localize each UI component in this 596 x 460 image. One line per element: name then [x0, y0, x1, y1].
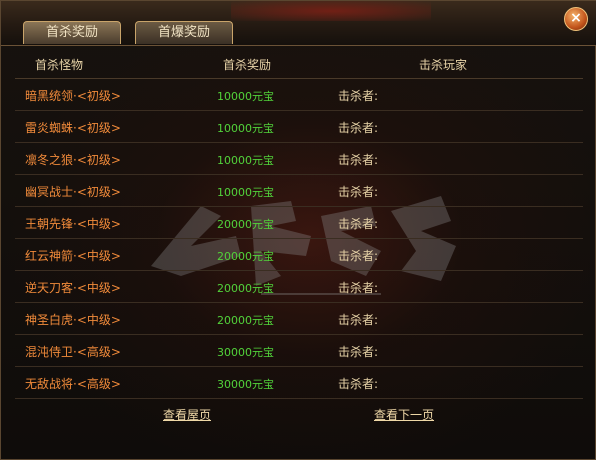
- killer-label: 击杀者:: [338, 345, 379, 359]
- table-row: 无敌战将·<高级> 30000元宝 击杀者:: [15, 367, 583, 399]
- first-kill-panel: 首杀奖励 首爆奖励 × 首杀怪物 首杀奖励 击杀玩家 暗黑统领·<初级> 100…: [0, 0, 596, 460]
- table-row: 红云神箭·<中级> 20000元宝 击杀者:: [15, 239, 583, 271]
- table-row: 幽冥战士·<初级> 10000元宝 击杀者:: [15, 175, 583, 207]
- reward-amount: 20000元宝: [217, 250, 274, 263]
- killer-label: 击杀者:: [338, 121, 379, 135]
- monster-name: 暗黑统领·<初级>: [25, 89, 121, 103]
- monster-name: 雷炎蜘蛛·<初级>: [25, 121, 121, 135]
- killer-label: 击杀者:: [338, 217, 379, 231]
- tab-first-drop-reward[interactable]: 首爆奖励: [135, 21, 233, 44]
- monster-name: 幽冥战士·<初级>: [25, 185, 121, 199]
- killer-label: 击杀者:: [338, 377, 379, 391]
- next-page-link[interactable]: 查看下一页: [374, 406, 434, 423]
- monster-name: 混沌侍卫·<高级>: [25, 345, 121, 359]
- reward-amount: 30000元宝: [217, 378, 274, 391]
- table-row: 王朝先锋·<中级> 20000元宝 击杀者:: [15, 207, 583, 239]
- killer-label: 击杀者:: [338, 89, 379, 103]
- table-row: 雷炎蜘蛛·<初级> 10000元宝 击杀者:: [15, 111, 583, 143]
- close-icon: ×: [570, 10, 582, 26]
- reward-amount: 10000元宝: [217, 122, 274, 135]
- killer-label: 击杀者:: [338, 153, 379, 167]
- reward-amount: 30000元宝: [217, 346, 274, 359]
- column-header-monster: 首杀怪物: [35, 58, 84, 72]
- reward-amount: 10000元宝: [217, 90, 274, 103]
- table-row: 暗黑统领·<初级> 10000元宝 击杀者:: [15, 79, 583, 111]
- table-row: 凛冬之狼·<初级> 10000元宝 击杀者:: [15, 143, 583, 175]
- title-bar-ornament: [231, 1, 431, 21]
- row-divider: [15, 398, 583, 399]
- monster-name: 逆天刀客·<中级>: [25, 281, 121, 295]
- monster-name: 无敌战将·<高级>: [25, 377, 121, 391]
- table-row: 神圣白虎·<中级> 20000元宝 击杀者:: [15, 303, 583, 335]
- killer-label: 击杀者:: [338, 249, 379, 263]
- killer-label: 击杀者:: [338, 313, 379, 327]
- table-row: 逆天刀客·<中级> 20000元宝 击杀者:: [15, 271, 583, 303]
- table-header: 首杀怪物 首杀奖励 击杀玩家: [15, 53, 583, 75]
- monster-name: 王朝先锋·<中级>: [25, 217, 121, 231]
- reward-amount: 10000元宝: [217, 154, 274, 167]
- table-row: 混沌侍卫·<高级> 30000元宝 击杀者:: [15, 335, 583, 367]
- reward-amount: 20000元宝: [217, 218, 274, 231]
- monster-name: 神圣白虎·<中级>: [25, 313, 121, 327]
- column-header-reward: 首杀奖励: [223, 58, 272, 72]
- tab-first-kill-reward[interactable]: 首杀奖励: [23, 21, 121, 44]
- monster-name: 红云神箭·<中级>: [25, 249, 121, 263]
- killer-label: 击杀者:: [338, 185, 379, 199]
- close-button[interactable]: ×: [564, 7, 588, 31]
- reward-amount: 20000元宝: [217, 282, 274, 295]
- monster-name: 凛冬之狼·<初级>: [25, 153, 121, 167]
- killer-label: 击杀者:: [338, 281, 379, 295]
- first-page-link[interactable]: 查看屋页: [163, 406, 211, 423]
- reward-amount: 10000元宝: [217, 186, 274, 199]
- reward-amount: 20000元宝: [217, 314, 274, 327]
- column-header-killer: 击杀玩家: [419, 58, 468, 72]
